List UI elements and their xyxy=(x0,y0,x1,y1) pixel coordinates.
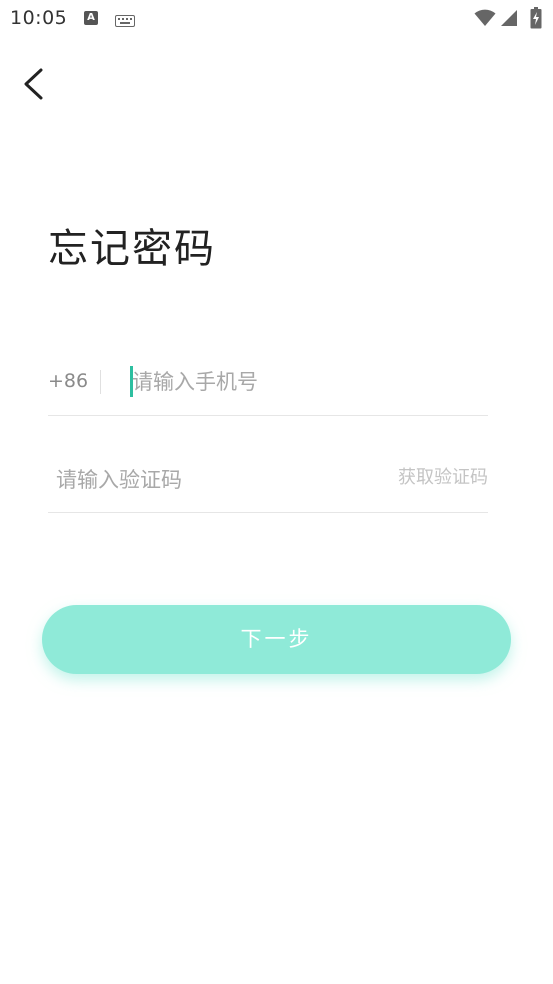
phone-input[interactable] xyxy=(132,362,472,402)
verification-code-input[interactable] xyxy=(56,460,356,500)
phone-field-row: +86 xyxy=(48,352,488,416)
next-button[interactable]: 下一步 xyxy=(42,605,511,674)
back-button[interactable] xyxy=(14,62,54,106)
page-title: 忘记密码 xyxy=(48,226,216,272)
keyboard-icon xyxy=(115,12,135,31)
signal-icon xyxy=(500,9,518,31)
wifi-icon xyxy=(474,9,496,31)
status-time: 10:05 xyxy=(10,7,68,29)
country-code-divider xyxy=(100,370,101,394)
chevron-left-icon xyxy=(24,68,43,100)
country-code[interactable]: +86 xyxy=(48,370,88,392)
status-bar: 10:05 A xyxy=(0,0,553,38)
a-notification-icon: A xyxy=(84,11,98,25)
code-field-row: 获取验证码 xyxy=(48,450,488,513)
battery-charging-icon xyxy=(530,7,542,33)
get-code-button[interactable]: 获取验证码 xyxy=(398,463,488,489)
